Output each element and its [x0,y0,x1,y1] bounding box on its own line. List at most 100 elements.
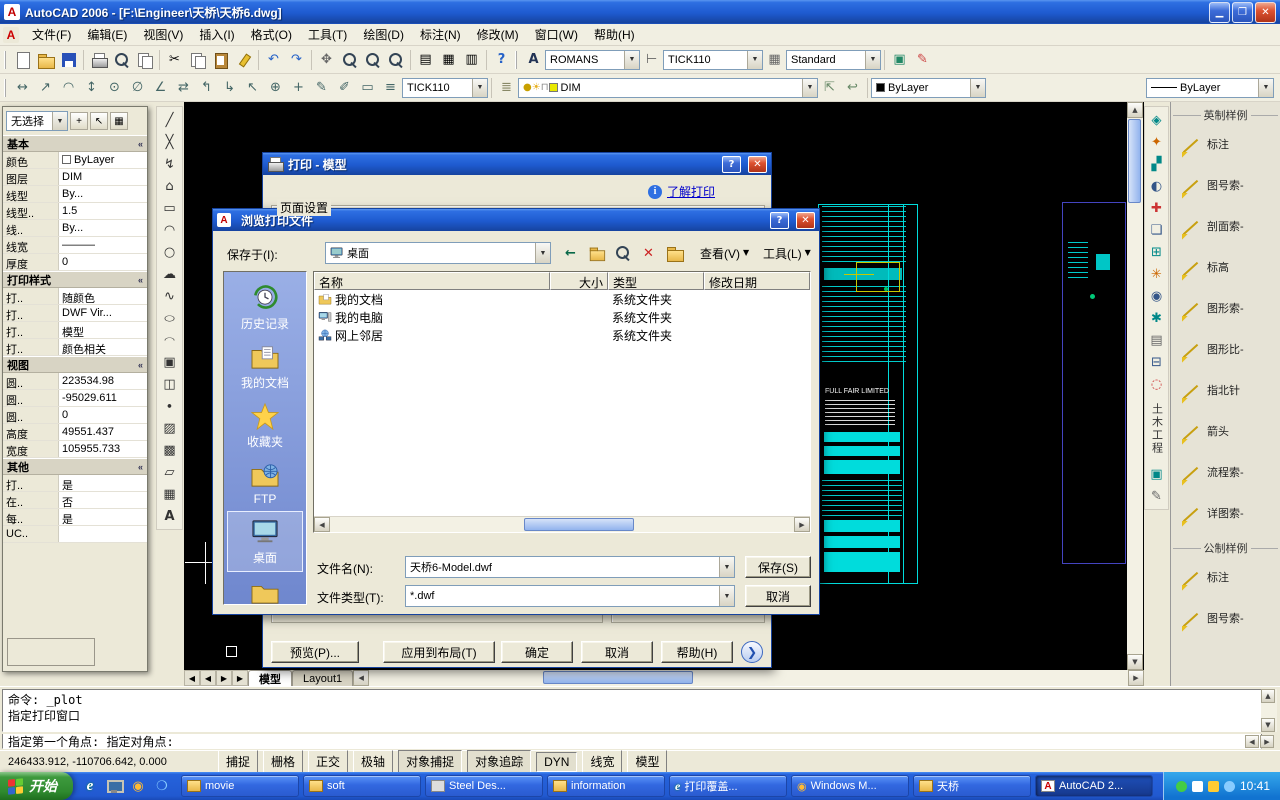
up-one-level-button[interactable] [585,242,608,264]
menu-format[interactable]: 格式(O) [243,23,300,46]
toolbar-button[interactable]: ✎ [1146,485,1167,507]
palette-item[interactable]: 图形索- [1171,289,1280,330]
show-desktop-icon[interactable] [105,777,124,795]
new-folder-button[interactable] [663,242,686,264]
menu-file[interactable]: 文件(F) [24,23,79,46]
property-row[interactable]: 打.. 随颜色 [3,288,147,305]
menu-insert[interactable]: 插入(I) [191,23,242,46]
taskbar-task[interactable]: 天桥 [913,775,1031,797]
horizontal-scroll-thumb[interactable] [543,671,694,684]
palette-item[interactable]: 图号索- [1171,599,1280,640]
chevron-down-icon[interactable]: ▼ [719,586,734,606]
palette-tab-civil[interactable]: 土木工程 [1149,395,1165,463]
arc-button[interactable]: ◠ [159,219,181,241]
dim-style-combo-2[interactable]: TICK110 ▼ [402,77,488,98]
section-general[interactable]: 基本 « [3,135,147,152]
osnap-toggle[interactable]: 对象捕捉 [398,750,463,773]
insert-block-button[interactable]: ▣ [159,351,181,373]
help-button[interactable]: ? [490,48,513,71]
dim-style-combo[interactable]: TICK110 ▼ [663,49,763,70]
ok-button[interactable]: 确定 [501,641,573,663]
properties-button[interactable]: ▤ [414,48,437,71]
messenger-icon[interactable]: ❍ [153,777,171,795]
toolbar-button[interactable]: ✦ [1146,131,1167,153]
next-tab-button[interactable]: ▶ [216,670,232,686]
section-misc[interactable]: 其他 « [3,458,147,475]
dyn-toggle[interactable]: DYN [536,751,578,772]
tools-menu-button[interactable]: 工具(L) ▼ [756,242,818,264]
quick-dim-button[interactable]: ⇄ [172,76,195,99]
taskbar-task[interactable]: movie [181,775,299,797]
color-control-combo[interactable]: ByLayer ▼ [871,77,986,98]
match-properties-button[interactable] [232,48,255,71]
collapse-icon[interactable]: « [138,360,143,370]
help-titlebar-button[interactable]: ? [770,211,789,229]
delete-button[interactable]: ✕ [637,242,660,264]
media-player-icon[interactable]: ◉ [129,777,147,795]
chevron-down-icon[interactable]: ▼ [52,112,67,130]
ortho-toggle[interactable]: 正交 [308,750,349,773]
chevron-down-icon[interactable]: ▼ [747,50,762,69]
plot-button[interactable] [87,48,110,71]
command-history[interactable]: 命令: _plot 指定打印窗口 [2,689,1262,732]
toolbar-grip[interactable] [4,78,7,97]
filename-combo[interactable]: 天桥6-Model.dwf ▼ [405,556,735,578]
cancel-button[interactable]: 取消 [581,641,653,663]
grid-toggle[interactable]: 栅格 [263,750,304,773]
chevron-down-icon[interactable]: ▼ [624,50,639,69]
palette-item[interactable]: 标注 [1171,125,1280,166]
plot-dialog-titlebar[interactable]: 打印 - 模型 ? ✕ [263,153,771,175]
place-buzzsaw[interactable] [227,572,303,604]
scroll-right-button[interactable]: ▶ [1128,670,1144,686]
pan-button[interactable]: ✥ [315,48,338,71]
tray-icon[interactable] [1175,780,1187,792]
toolbar-button[interactable]: ✳ [1146,263,1167,285]
collapse-icon[interactable]: « [138,275,143,285]
menu-draw[interactable]: 绘图(D) [355,23,412,46]
zoom-realtime-button[interactable] [338,48,361,71]
toolbar-button[interactable]: ▣ [1146,463,1167,485]
toggle-pickadd-button[interactable]: + [70,112,88,130]
quick-leader-button[interactable]: ↖ [241,76,264,99]
palette-item[interactable]: 标高 [1171,248,1280,289]
palette-item[interactable]: 标注 [1171,558,1280,599]
preview-button[interactable]: 预览(P)... [271,641,359,663]
property-row[interactable]: 打.. 颜色相关 [3,339,147,356]
ellipse-button[interactable]: ○ [159,307,181,329]
lineweight-toggle[interactable]: 线宽 [582,750,623,773]
cancel-button[interactable]: 取消 [745,585,811,607]
command-input[interactable]: 指定第一个角点: 指定对角点: [2,734,1262,749]
save-button[interactable] [57,48,80,71]
menu-help[interactable]: 帮助(H) [586,23,643,46]
property-row[interactable]: 打.. 模型 [3,322,147,339]
palette-item[interactable]: 图形比- [1171,330,1280,371]
taskbar-task-active[interactable]: A AutoCAD 2... [1035,775,1153,797]
line-button[interactable]: ╱ [159,109,181,131]
menu-dimension[interactable]: 标注(N) [412,23,469,46]
linetype-control-combo[interactable]: ByLayer ▼ [1146,77,1274,98]
table-button[interactable]: ▦ [159,483,181,505]
place-favorites[interactable]: 收藏夹 [227,396,303,455]
scroll-up-button[interactable]: ▲ [1261,689,1275,703]
new-button[interactable] [11,48,34,71]
palette-item[interactable]: 箭头 [1171,412,1280,453]
layer-previous-button[interactable]: ↩ [841,76,864,99]
place-desktop[interactable]: 桌面 [227,511,303,572]
place-history[interactable]: 历史记录 [227,278,303,337]
toolbar-button[interactable]: ◐ [1146,175,1167,197]
property-row[interactable]: 厚度 0 [3,254,147,271]
filetype-combo[interactable]: *.dwf ▼ [405,585,735,607]
region-button[interactable]: ▱ [159,461,181,483]
help-titlebar-button[interactable]: ? [722,155,741,173]
layer-combo[interactable]: ● ☀ ⊓ DIM ▼ [518,77,818,98]
column-type[interactable]: 类型 [608,272,704,290]
gradient-button[interactable]: ▩ [159,439,181,461]
dim-text-edit-button[interactable]: ✐ [333,76,356,99]
center-mark-button[interactable]: + [287,76,310,99]
otrack-toggle[interactable]: 对象追踪 [467,750,532,773]
toolbar-button[interactable]: ✱ [1146,307,1167,329]
vertical-scroll-thumb[interactable] [1128,119,1141,203]
redo-button[interactable]: ↷ [285,48,308,71]
polyline-button[interactable]: ↯ [159,153,181,175]
property-row[interactable]: 圆.. 223534.98 [3,373,147,390]
